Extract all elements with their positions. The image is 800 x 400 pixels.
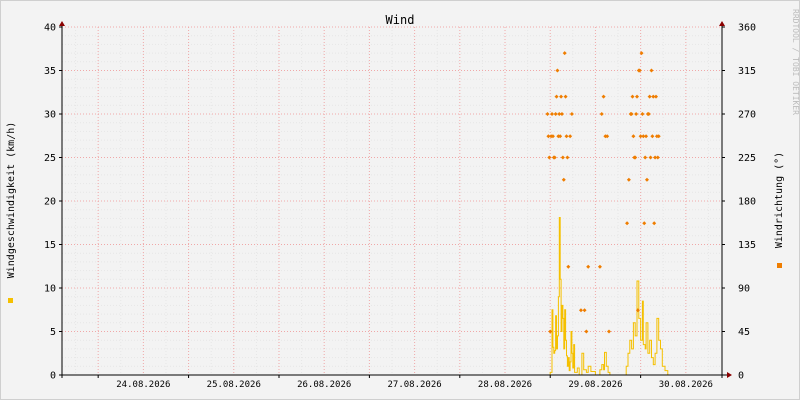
direction-point xyxy=(568,134,573,139)
x-tick-label: 25.08.2026 xyxy=(207,380,261,390)
left-axis-label: Windgeschwindigkeit (km/h) xyxy=(6,122,17,279)
right-tick-label: 360 xyxy=(738,23,756,34)
x-tick-label: 26.08.2026 xyxy=(297,380,351,390)
direction-point xyxy=(582,308,587,313)
chart-title: Wind xyxy=(386,13,415,27)
direction-point xyxy=(559,112,564,116)
direction-point xyxy=(569,112,574,116)
left-tick-label: 35 xyxy=(44,66,56,77)
direction-point xyxy=(652,221,657,226)
direction-point xyxy=(655,155,660,160)
direction-point xyxy=(644,134,649,139)
left-tick-label: 5 xyxy=(50,327,56,338)
direction-point xyxy=(550,112,555,116)
direction-point xyxy=(559,94,564,99)
x-axis-ticks: 24.08.2026 25.08.2026 26.08.2026 27.08.2026… xyxy=(97,375,713,390)
direction-point xyxy=(601,94,606,99)
direction-point xyxy=(631,134,636,139)
direction-point xyxy=(586,264,591,269)
right-tick-label: 225 xyxy=(738,153,756,164)
direction-point xyxy=(566,264,571,269)
wind-chart: 0 5 10 15 20 25 30 35 40 0 45 90 135 180 225 270 315 360… xyxy=(6,9,800,390)
right-axis-arrow xyxy=(719,21,725,26)
direction-point xyxy=(560,155,565,160)
x-tick-label: 27.08.2026 xyxy=(388,380,442,390)
right-tick-label: 90 xyxy=(738,284,750,295)
axes xyxy=(59,21,732,378)
x-tick-label: 24.08.2026 xyxy=(116,380,170,390)
direction-point xyxy=(563,94,568,99)
direction-point xyxy=(630,94,635,99)
x-tick-label: 30.08.2026 xyxy=(659,380,713,390)
direction-point xyxy=(561,177,566,182)
x-tick-label: 29.08.2026 xyxy=(568,380,622,390)
direction-point xyxy=(643,155,648,160)
direction-point xyxy=(647,94,652,99)
direction-point xyxy=(626,177,631,182)
left-tick-label: 15 xyxy=(44,240,56,251)
direction-point xyxy=(553,112,558,116)
direction-point xyxy=(648,155,653,160)
right-tick-label: 315 xyxy=(738,66,756,77)
x-axis-arrow xyxy=(727,372,732,378)
left-tick-label: 0 xyxy=(50,371,56,382)
direction-point xyxy=(625,221,630,226)
direction-point xyxy=(654,94,658,99)
direction-point xyxy=(640,112,645,116)
left-axis-arrow xyxy=(59,21,65,26)
left-tick-label: 30 xyxy=(44,110,56,121)
direction-point xyxy=(578,308,583,313)
direction-series xyxy=(545,51,661,334)
direction-point xyxy=(599,112,604,116)
direction-point xyxy=(545,112,550,116)
right-tick-label: 0 xyxy=(738,371,744,382)
direction-point xyxy=(554,94,559,99)
direction-point xyxy=(564,134,569,139)
legend-direction-swatch xyxy=(777,263,782,268)
right-tick-label: 180 xyxy=(738,197,756,208)
direction-point xyxy=(635,94,640,99)
direction-point xyxy=(555,68,560,73)
direction-point xyxy=(642,221,647,226)
left-tick-label: 10 xyxy=(44,284,56,295)
direction-point xyxy=(650,134,655,139)
right-tick-label: 270 xyxy=(738,110,756,121)
direction-point xyxy=(649,68,654,73)
direction-point xyxy=(597,264,602,269)
direction-point xyxy=(565,155,570,160)
right-axis-label: Windrichtung (°) xyxy=(774,152,785,248)
left-tick-label: 20 xyxy=(44,197,56,208)
direction-point xyxy=(584,329,589,334)
direction-point xyxy=(644,177,649,182)
left-axis-ticks: 0 5 10 15 20 25 30 35 40 xyxy=(44,23,62,382)
right-tick-label: 45 xyxy=(738,327,750,338)
direction-point xyxy=(634,112,639,116)
legend-speed-swatch xyxy=(8,298,13,303)
x-tick-label: 28.08.2026 xyxy=(478,380,532,390)
left-tick-label: 25 xyxy=(44,153,56,164)
right-tick-label: 135 xyxy=(738,240,756,251)
right-axis-ticks: 0 45 90 135 180 225 270 315 360 xyxy=(722,23,756,382)
direction-point xyxy=(562,51,567,56)
left-tick-label: 40 xyxy=(44,23,56,34)
direction-point xyxy=(606,329,611,334)
watermark: RRDTOOL / TOBI OETIKER xyxy=(791,9,800,115)
